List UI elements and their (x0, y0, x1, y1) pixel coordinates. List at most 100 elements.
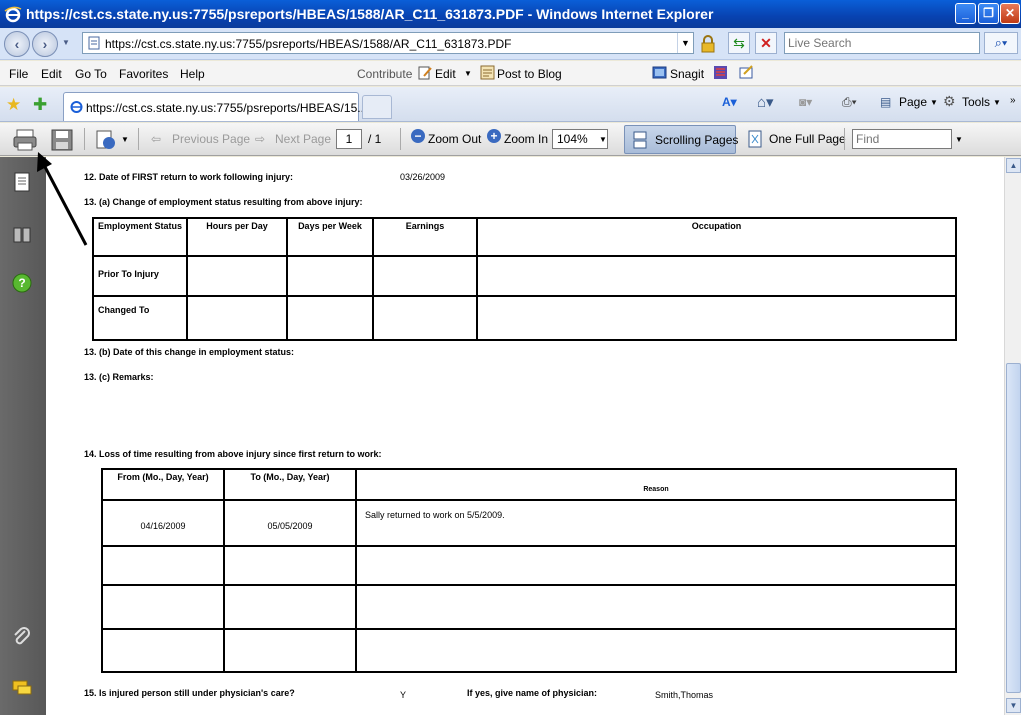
employment-row-prior: Prior To Injury (92, 255, 188, 297)
page-menu-icon: ▤ (880, 95, 892, 109)
employment-header-days: Days per Week (286, 217, 374, 257)
zoom-out-icon[interactable]: − (411, 129, 425, 143)
tab-bar: ★ ✚ https://cst.cs.state.ny.us:7755/psre… (0, 87, 1021, 122)
print-menu-icon[interactable]: ⎙▾ (842, 95, 857, 110)
post-to-blog-button[interactable]: Post to Blog (497, 67, 562, 81)
address-toolbar: ‹ › ▼ https://cst.cs.state.ny.us:7755/ps… (0, 28, 1021, 60)
ie-page-icon (70, 101, 83, 113)
post-to-blog-icon (480, 65, 495, 80)
menu-bar: File Edit Go To Favorites Help Contribut… (0, 61, 1021, 86)
svg-text:?: ? (18, 276, 25, 290)
feeds-icon[interactable]: ◙▾ (799, 95, 812, 109)
q15-followup: If yes, give name of physician: (467, 688, 598, 698)
pdf-toolbar: ▼ ⇦ Previous Page ⇨ Next Page 1 / 1 − Zo… (0, 123, 1021, 156)
search-icon[interactable]: ⌕▾ (984, 32, 1018, 54)
page-menu-dropdown-icon[interactable]: ▼ (930, 98, 938, 107)
recent-pages-dropdown[interactable]: ▼ (62, 38, 70, 47)
loss-to-cell: 05/05/2009 (223, 499, 357, 547)
print-icon[interactable] (12, 128, 38, 152)
find-input[interactable] (856, 131, 950, 147)
menu-file[interactable]: File (9, 67, 28, 81)
add-to-favorites-icon[interactable]: ✚ (33, 95, 47, 115)
q12-label: 12. Date of FIRST return to work followi… (84, 172, 294, 182)
page-menu[interactable]: Page (899, 95, 927, 109)
share-dropdown-icon[interactable]: ▼ (121, 135, 129, 144)
lock-icon[interactable] (698, 34, 718, 54)
save-icon[interactable] (50, 128, 74, 152)
tools-menu-dropdown-icon[interactable]: ▼ (993, 98, 1001, 107)
zoom-in-button[interactable]: Zoom In (504, 132, 548, 146)
next-page-button[interactable]: Next Page (275, 132, 331, 146)
snagit-edit-icon[interactable] (739, 65, 754, 80)
table-row: 04/16/2009 05/05/2009 Sally returned to … (101, 499, 957, 547)
favorites-center-icon[interactable]: ★ (6, 95, 21, 115)
employment-status-table: Employment Status Hours per Day Days per… (92, 217, 957, 341)
address-dropdown-icon[interactable]: ▼ (677, 33, 693, 53)
tab-active-pdf[interactable]: https://cst.cs.state.ny.us:7755/psreport… (63, 92, 367, 121)
stop-icon[interactable]: ✕ (755, 32, 777, 54)
text-size-icon[interactable]: A▾ (722, 95, 737, 109)
employment-header-status: Employment Status (92, 217, 188, 257)
menu-help[interactable]: Help (180, 67, 205, 81)
scroll-up-arrow-icon[interactable]: ▲ (1006, 158, 1021, 173)
scroll-down-arrow-icon[interactable]: ▼ (1006, 698, 1021, 713)
q13a-label: 13. (a) Change of employment status resu… (84, 197, 363, 207)
more-tools-icon[interactable]: » (1010, 95, 1016, 106)
page-total: / 1 (368, 132, 382, 146)
home-icon[interactable]: ⌂▾ (757, 93, 774, 111)
previous-page-arrow-icon: ⇦ (151, 132, 162, 146)
forward-button[interactable]: › (32, 31, 58, 57)
zoom-in-icon[interactable]: + (487, 129, 501, 143)
find-box[interactable] (852, 129, 952, 149)
employment-row-changed: Changed To (92, 295, 188, 341)
scrolling-pages-button[interactable]: Scrolling Pages (624, 125, 738, 154)
back-button[interactable]: ‹ (4, 31, 30, 57)
pages-icon[interactable] (11, 171, 33, 193)
attachment-icon[interactable] (11, 627, 33, 649)
minimize-button[interactable]: _ (955, 3, 976, 24)
restore-button[interactable]: ❐ (978, 3, 999, 24)
edit-dropdown-icon[interactable]: ▼ (464, 69, 472, 78)
share-icon[interactable] (94, 128, 118, 152)
q15-physician: Smith,Thomas (655, 690, 714, 700)
zoom-dropdown-icon[interactable]: ▼ (599, 135, 607, 144)
employment-header-hours: Hours per Day (186, 217, 288, 257)
new-tab-button[interactable] (362, 95, 392, 119)
comments-icon[interactable] (11, 677, 33, 699)
snagit-capture-icon[interactable] (713, 65, 728, 80)
close-button[interactable]: ✕ (1000, 3, 1020, 24)
q15-value: Y (400, 690, 407, 700)
menu-go-to[interactable]: Go To (75, 67, 107, 81)
tab-label: https://cst.cs.state.ny.us:7755/psreport… (86, 101, 368, 115)
help-icon[interactable]: ? (11, 272, 33, 294)
loss-from-cell: 04/16/2009 (101, 499, 225, 547)
refresh-icon[interactable]: ⇆ (728, 32, 750, 54)
snagit-icon (652, 66, 667, 79)
table-row (101, 545, 957, 586)
edit-button[interactable]: Edit (435, 67, 456, 81)
snagit-button[interactable]: Snagit (670, 67, 704, 81)
scroll-thumb[interactable] (1006, 363, 1021, 693)
loss-header-to: To (Mo., Day, Year) (223, 468, 357, 501)
vertical-scrollbar[interactable]: ▲ ▼ (1004, 157, 1021, 715)
contribute-button[interactable]: Contribute (357, 67, 412, 81)
page-number-input[interactable]: 1 (336, 129, 362, 149)
navigation-pane: ? (0, 157, 46, 715)
previous-page-button[interactable]: Previous Page (172, 132, 250, 146)
address-bar[interactable]: https://cst.cs.state.ny.us:7755/psreport… (82, 32, 694, 54)
employment-header-earnings: Earnings (372, 217, 478, 257)
address-url[interactable]: https://cst.cs.state.ny.us:7755/psreport… (105, 37, 511, 51)
title-bar: https://cst.cs.state.ny.us:7755/psreport… (0, 0, 1021, 28)
find-dropdown-icon[interactable]: ▼ (955, 135, 963, 144)
menu-edit[interactable]: Edit (41, 67, 62, 81)
bookmarks-icon[interactable] (11, 223, 33, 245)
q13b-label: 13. (b) Date of this change in employmen… (84, 347, 295, 357)
zoom-out-button[interactable]: Zoom Out (428, 132, 481, 146)
one-full-page-button[interactable]: One Full Page (769, 132, 846, 146)
live-search-box[interactable] (784, 32, 980, 54)
live-search-input[interactable] (788, 34, 978, 52)
menu-favorites[interactable]: Favorites (119, 67, 168, 81)
tools-menu[interactable]: Tools (962, 95, 990, 109)
next-page-arrow-icon: ⇨ (255, 132, 266, 146)
page-icon (88, 36, 100, 50)
